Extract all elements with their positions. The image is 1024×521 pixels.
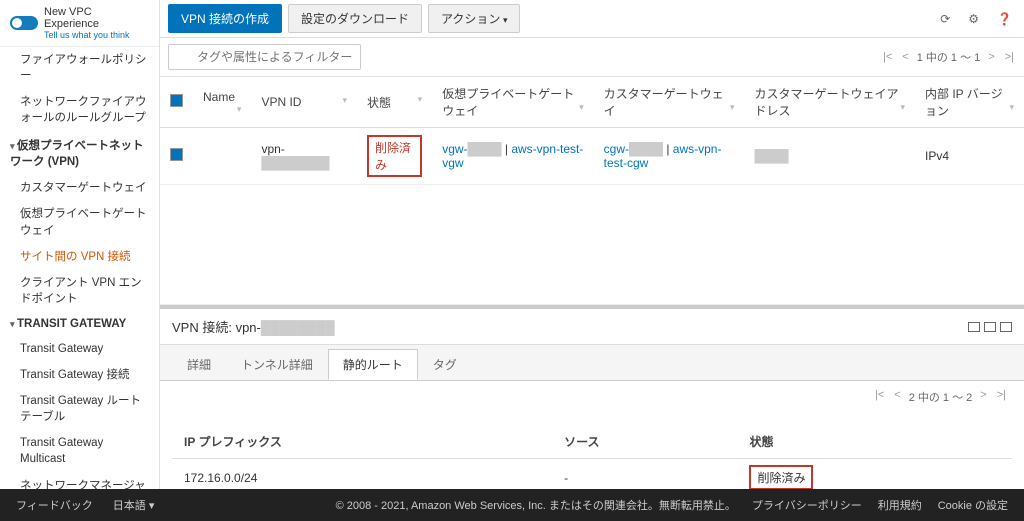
route-row[interactable]: 172.16.0.0/24 - 削除済み [172,459,1012,490]
tab-static-routes[interactable]: 静的ルート [328,349,418,380]
sidebar-item-tgw-multicast[interactable]: Transit Gateway Multicast [0,430,159,472]
sub-pager-text: 2 中の 1 ～ 2 [909,389,973,405]
cell-state: 削除済み [357,128,432,185]
tab-details[interactable]: 詳細 [172,349,226,380]
refresh-icon[interactable]: ⟳ [936,8,954,30]
new-vpc-experience[interactable]: New VPC Experience Tell us what you thin… [0,0,159,47]
cell-ipver: IPv4 [915,128,1024,185]
sidebar-item-tgw-attach[interactable]: Transit Gateway 接続 [0,362,159,388]
footer-copy: © 2008 - 2021, Amazon Web Services, Inc.… [336,497,736,513]
sidebar-item-vgw[interactable]: 仮想プライベートゲートウェイ [0,201,159,243]
sidebar-item-fw-rules[interactable]: ネットワークファイアウォールのルールグループ [0,89,159,131]
sub-pager-last-icon[interactable]: >| [995,389,1008,405]
route-col-prefix[interactable]: IP プレフィックス [172,425,552,459]
col-cgw-addr[interactable]: カスタマーゲートウェイアドレス [745,77,916,128]
route-state: 削除済み [737,459,1012,490]
footer-feedback[interactable]: フィードバック [16,497,93,513]
sub-pager: |< < 2 中の 1 ～ 2 > >| [160,381,1024,413]
col-ipver[interactable]: 内部 IP バージョン [915,77,1024,128]
cell-vpnid: vpn-████████ [251,128,357,185]
route-prefix: 172.16.0.0/24 [172,459,552,490]
footer-lang[interactable]: 日本語 ▾ [113,497,155,513]
content: VPN 接続の作成 設定のダウンロード アクション ⟳ ⚙ ❓ |< < 1 中… [160,0,1024,489]
search-bar: |< < 1 中の 1 ～ 1 > >| [160,38,1024,77]
sub-pager-first-icon[interactable]: |< [873,389,886,405]
pager-last-icon[interactable]: >| [1003,51,1016,63]
col-state[interactable]: 状態 [357,77,432,128]
select-all-checkbox[interactable] [170,94,183,107]
route-col-source[interactable]: ソース [552,425,737,459]
sidebar: New VPC Experience Tell us what you thin… [0,0,160,489]
col-cgw[interactable]: カスタマーゲートウェイ [594,77,745,128]
col-name[interactable]: Name [193,77,251,128]
tab-tunnel[interactable]: トンネル詳細 [226,349,328,380]
layout-icon-2[interactable] [984,322,996,332]
footer-privacy[interactable]: プライバシーポリシー [752,497,862,513]
sidebar-item-site-vpn[interactable]: サイト間の VPN 接続 [0,244,159,270]
layout-icon-1[interactable] [968,322,980,332]
tabs: 詳細 トンネル詳細 静的ルート タグ [160,345,1024,381]
new-exp-label: New VPC Experience [44,6,149,30]
sub-pager-prev-icon[interactable]: < [892,389,902,405]
sidebar-item-network-mgr[interactable]: ネットワークマネージャー [0,473,159,490]
detail-panel: VPN 接続: vpn-████████ 詳細 トンネル詳細 静的ルート タグ … [160,309,1024,489]
footer-terms[interactable]: 利用規約 [878,497,922,513]
sidebar-group-tgw[interactable]: TRANSIT GATEWAY [0,312,159,336]
layout-icon-3[interactable] [1000,322,1012,332]
tab-tags[interactable]: タグ [418,349,472,380]
create-vpn-button[interactable]: VPN 接続の作成 [168,4,282,33]
pager-next-icon[interactable]: > [986,51,996,63]
route-col-state[interactable]: 状態 [737,425,1012,459]
detail-title: VPN 接続: vpn-████████ [172,317,335,336]
toolbar: VPN 接続の作成 設定のダウンロード アクション ⟳ ⚙ ❓ [160,0,1024,38]
footer-cookie[interactable]: Cookie の設定 [938,497,1008,513]
sidebar-item-tgw[interactable]: Transit Gateway [0,336,159,362]
route-source: - [552,459,737,490]
pager: |< < 1 中の 1 ～ 1 > >| [881,49,1016,65]
vpn-table: Name VPN ID 状態 仮想プライベートゲートウェイ カスタマーゲートウェ… [160,77,1024,305]
pager-first-icon[interactable]: |< [881,51,894,63]
table-row[interactable]: vpn-████████ 削除済み vgw-████ | aws-vpn-tes… [160,128,1024,185]
sidebar-item-tgw-route[interactable]: Transit Gateway ルートテーブル [0,388,159,430]
sidebar-item-fw-policy[interactable]: ファイアウォールポリシー [0,47,159,89]
search-input[interactable] [168,44,361,70]
sidebar-group-vpn[interactable]: 仮想プライベートネットワーク (VPN) [0,131,159,175]
settings-icon[interactable]: ⚙ [964,8,983,30]
route-table: IP プレフィックス ソース 状態 172.16.0.0/24 - 削除済み [172,425,1012,489]
actions-button[interactable]: アクション [428,4,520,33]
help-icon[interactable]: ❓ [993,8,1016,30]
new-exp-sub[interactable]: Tell us what you think [44,30,149,40]
col-vpnid[interactable]: VPN ID [251,77,357,128]
cell-cgw: cgw-████ | aws-vpn-test-cgw [594,128,745,185]
sidebar-item-client-vpn[interactable]: クライアント VPN エンドポイント [0,270,159,312]
toggle-switch[interactable] [10,16,38,30]
col-vgw[interactable]: 仮想プライベートゲートウェイ [432,77,593,128]
cell-name [193,128,251,185]
row-checkbox[interactable] [170,148,183,161]
cell-vgw: vgw-████ | aws-vpn-test-vgw [432,128,593,185]
cell-cgw-addr: ████ [745,128,916,185]
pager-text: 1 中の 1 ～ 1 [917,49,981,65]
download-config-button[interactable]: 設定のダウンロード [288,4,422,33]
pager-prev-icon[interactable]: < [900,51,910,63]
sidebar-item-cgw[interactable]: カスタマーゲートウェイ [0,175,159,201]
footer: フィードバック 日本語 ▾ © 2008 - 2021, Amazon Web … [0,489,1024,521]
sub-pager-next-icon[interactable]: > [978,389,988,405]
